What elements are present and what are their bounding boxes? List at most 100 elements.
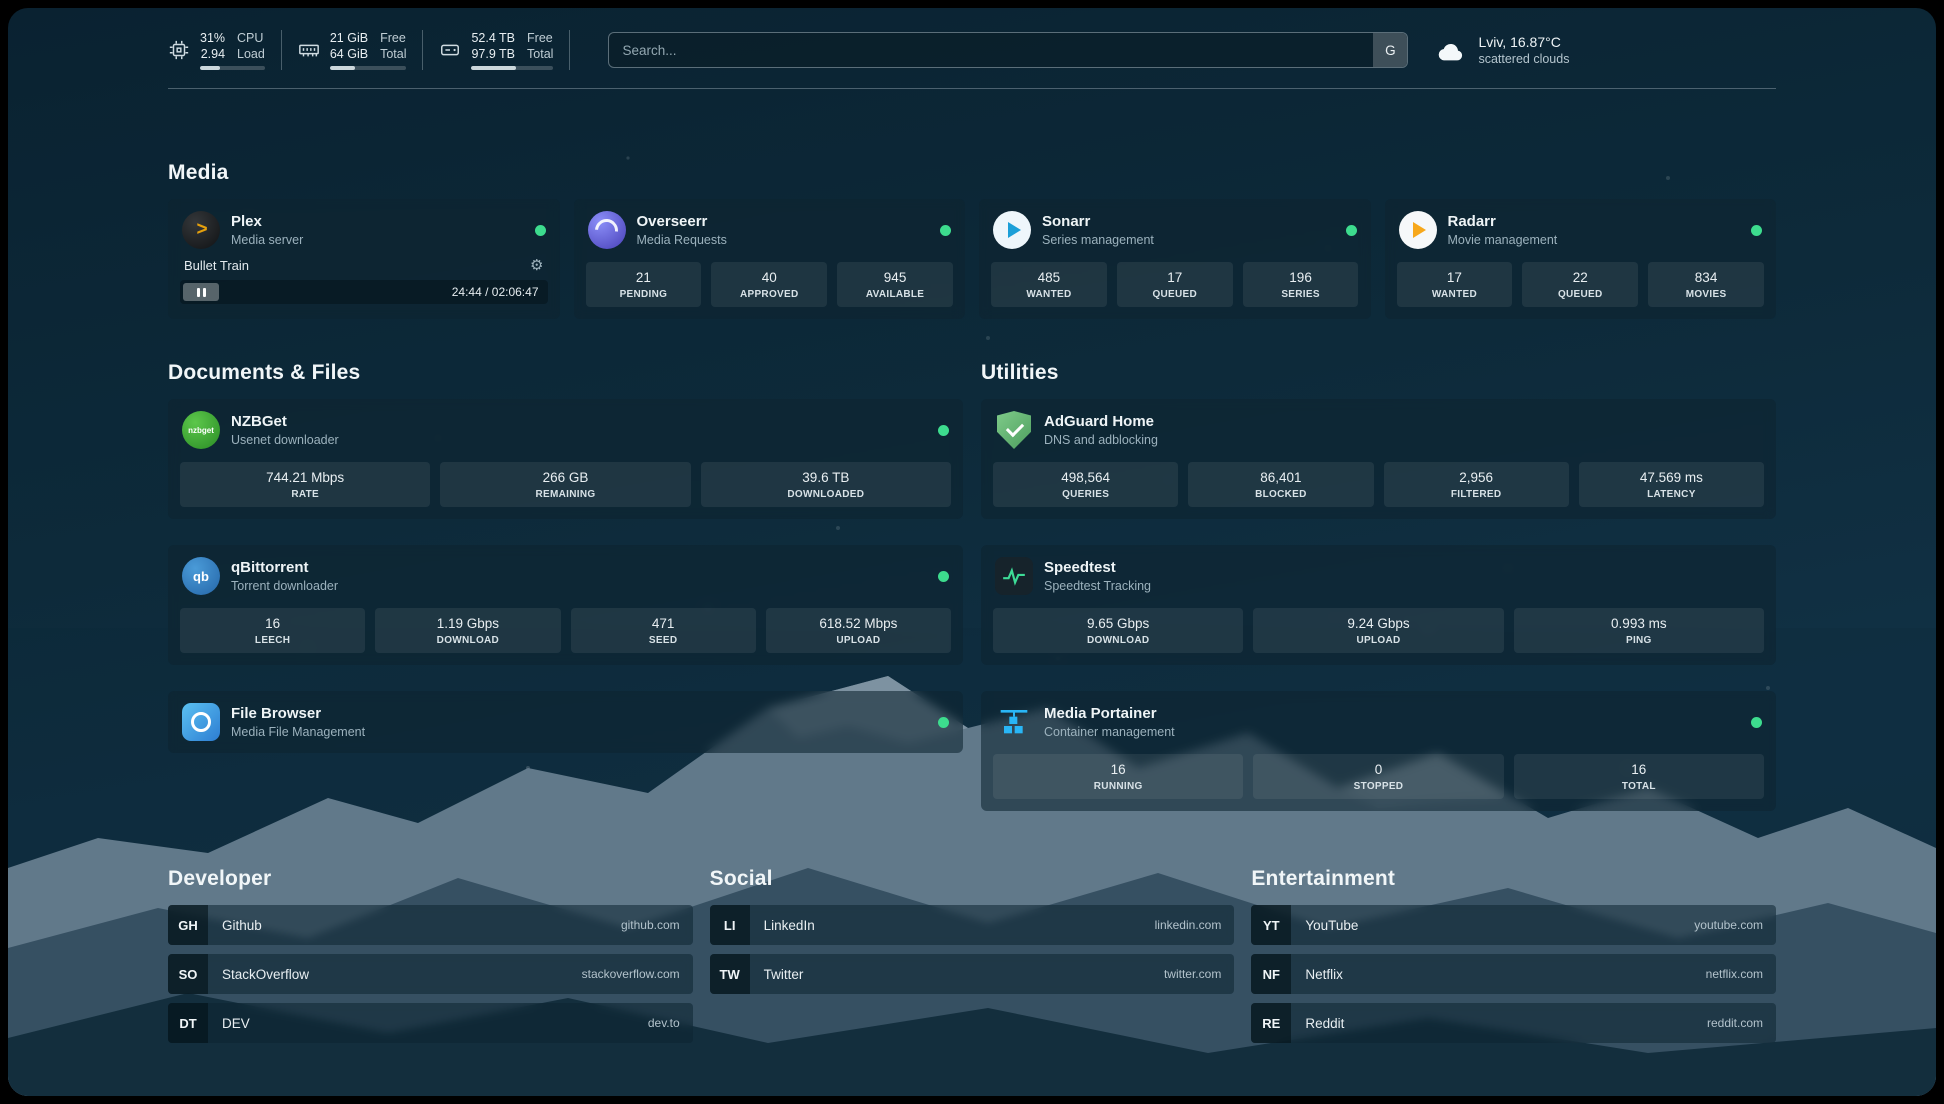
bookmarks-section: Developer GH Github github.com SO StackO…: [168, 867, 1776, 1052]
service-name: Radarr: [1448, 213, 1558, 231]
bookmark-url: linkedin.com: [1155, 918, 1222, 932]
settings-gear-icon[interactable]: [530, 258, 543, 273]
filebrowser-header[interactable]: File Browser Media File Management: [180, 701, 951, 741]
speedtest-header[interactable]: Speedtest Speedtest Tracking: [993, 555, 1764, 595]
portainer-header[interactable]: Media Portainer Container management: [993, 701, 1764, 741]
utilities-column: Utilities AdGuard Home DNS and adblockin…: [981, 361, 1776, 811]
stat-value: 9.24 Gbps: [1257, 616, 1499, 631]
overseerr-header[interactable]: Overseerr Media Requests: [586, 209, 954, 249]
search-provider-button[interactable]: G: [1373, 33, 1407, 67]
middle-columns: Documents & Files nzbget NZBGet Usenet d…: [168, 361, 1776, 811]
stat-label: AVAILABLE: [841, 289, 949, 300]
stat-available: 945 AVAILABLE: [837, 262, 953, 307]
bookmark-reddit[interactable]: RE Reddit reddit.com: [1251, 1003, 1776, 1043]
stat-value: 16: [1518, 762, 1760, 777]
sonarr-title-block: Sonarr Series management: [1042, 213, 1154, 248]
stat-download: 9.65 Gbps DOWNLOAD: [993, 608, 1243, 653]
disk-progress-track: [471, 66, 553, 70]
sonarr-header[interactable]: Sonarr Series management: [991, 209, 1359, 249]
status-dot: [940, 225, 951, 236]
bookmark-github[interactable]: GH Github github.com: [168, 905, 693, 945]
bookmark-url: dev.to: [648, 1016, 680, 1030]
stat-value: 9.65 Gbps: [997, 616, 1239, 631]
stat-value: 471: [575, 616, 752, 631]
stat-pending: 21 PENDING: [586, 262, 702, 307]
cpu-icon: [168, 39, 190, 61]
disk-readout: 52.4 TB 97.9 TB Free Total: [471, 30, 553, 70]
sonarr-stats: 485 WANTED 17 QUEUED 196 SERIES: [991, 262, 1359, 307]
nzbget-header[interactable]: nzbget NZBGet Usenet downloader: [180, 409, 951, 449]
bookmark-twitter[interactable]: TW Twitter twitter.com: [710, 954, 1235, 994]
stat-value: 266 GB: [444, 470, 686, 485]
overseerr-icon: [588, 211, 626, 249]
disk-total-label: Total: [527, 46, 553, 62]
plex-player-bar: 24:44 / 02:06:47: [180, 280, 548, 304]
memory-total-label: Total: [380, 46, 406, 62]
media-group: Plex Media server Bullet Train 24:44 / 0…: [168, 199, 1776, 319]
plex-title-block: Plex Media server: [231, 213, 303, 248]
dashboard-frame: 31% 2.94 CPU Load: [8, 8, 1936, 1096]
speedtest-icon: [995, 557, 1033, 595]
status-dot: [1751, 717, 1762, 728]
bookmark-abbr: SO: [168, 954, 208, 994]
bookmark-stackoverflow[interactable]: SO StackOverflow stackoverflow.com: [168, 954, 693, 994]
stat-ping: 0.993 ms PING: [1514, 608, 1764, 653]
portainer-title-block: Media Portainer Container management: [1044, 705, 1175, 740]
cpu-readout: 31% 2.94 CPU Load: [200, 30, 265, 70]
overseerr-title-block: Overseerr Media Requests: [637, 213, 727, 248]
stat-wanted: 17 WANTED: [1397, 262, 1513, 307]
section-title-social: Social: [710, 867, 1235, 891]
bookmark-linkedin[interactable]: LI LinkedIn linkedin.com: [710, 905, 1235, 945]
stat-value: 485: [995, 270, 1103, 285]
stat-rate: 744.21 Mbps RATE: [180, 462, 430, 507]
bookmark-name: Github: [222, 918, 262, 933]
service-desc: Usenet downloader: [231, 433, 339, 448]
radarr-header[interactable]: Radarr Movie management: [1397, 209, 1765, 249]
section-title-documents: Documents & Files: [168, 361, 963, 385]
bookmark-name: Netflix: [1305, 967, 1343, 982]
stat-label: DOWNLOADED: [705, 489, 947, 500]
section-title-entertainment: Entertainment: [1251, 867, 1776, 891]
stat-value: 1.19 Gbps: [379, 616, 556, 631]
cpu-progress-track: [200, 66, 265, 70]
bookmark-youtube[interactable]: YT YouTube youtube.com: [1251, 905, 1776, 945]
qbittorrent-stats: 16 LEECH 1.19 Gbps DOWNLOAD 471 SEED 6: [180, 608, 951, 653]
plex-header[interactable]: Plex Media server: [180, 209, 548, 249]
entertainment-list: YT YouTube youtube.com NF Netflix netfli…: [1251, 905, 1776, 1043]
status-dot: [938, 425, 949, 436]
qbittorrent-header[interactable]: qb qBittorrent Torrent downloader: [180, 555, 951, 595]
speedtest-stats: 9.65 Gbps DOWNLOAD 9.24 Gbps UPLOAD 0.99…: [993, 608, 1764, 653]
pause-button[interactable]: [183, 283, 219, 301]
bookmark-url: youtube.com: [1694, 918, 1763, 932]
resource-widget-cpu: 31% 2.94 CPU Load: [168, 30, 282, 70]
section-title-utilities: Utilities: [981, 361, 1776, 385]
service-desc: Media Requests: [637, 233, 727, 248]
radarr-title-block: Radarr Movie management: [1448, 213, 1558, 248]
stat-label: QUEUED: [1121, 289, 1229, 300]
bookmark-abbr: NF: [1251, 954, 1291, 994]
search-input[interactable]: [608, 32, 1408, 68]
stat-seed: 471 SEED: [571, 608, 756, 653]
bookmark-abbr: LI: [710, 905, 750, 945]
memory-total-value: 64 GiB: [330, 46, 368, 62]
service-card-plex: Plex Media server Bullet Train 24:44 / 0…: [168, 199, 560, 319]
stat-value: 21: [590, 270, 698, 285]
pause-icon: [197, 288, 200, 297]
disk-total-value: 97.9 TB: [471, 46, 515, 62]
cpu-labels: CPU Load: [237, 30, 265, 62]
stat-value: 86,401: [1192, 470, 1369, 485]
stat-label: DOWNLOAD: [997, 635, 1239, 646]
adguard-header[interactable]: AdGuard Home DNS and adblocking: [993, 409, 1764, 449]
service-card-sonarr: Sonarr Series management 485 WANTED 17 Q…: [979, 199, 1371, 319]
stat-upload: 618.52 Mbps UPLOAD: [766, 608, 951, 653]
stat-label: SEED: [575, 635, 752, 646]
status-dot: [1751, 225, 1762, 236]
bookmark-netflix[interactable]: NF Netflix netflix.com: [1251, 954, 1776, 994]
bookmark-url: github.com: [621, 918, 680, 932]
weather-condition: scattered clouds: [1478, 51, 1569, 67]
bookmark-dev[interactable]: DT DEV dev.to: [168, 1003, 693, 1043]
service-name: qBittorrent: [231, 559, 338, 577]
bookmark-url: twitter.com: [1164, 967, 1221, 981]
service-desc: Media server: [231, 233, 303, 248]
bookmark-name: LinkedIn: [764, 918, 815, 933]
